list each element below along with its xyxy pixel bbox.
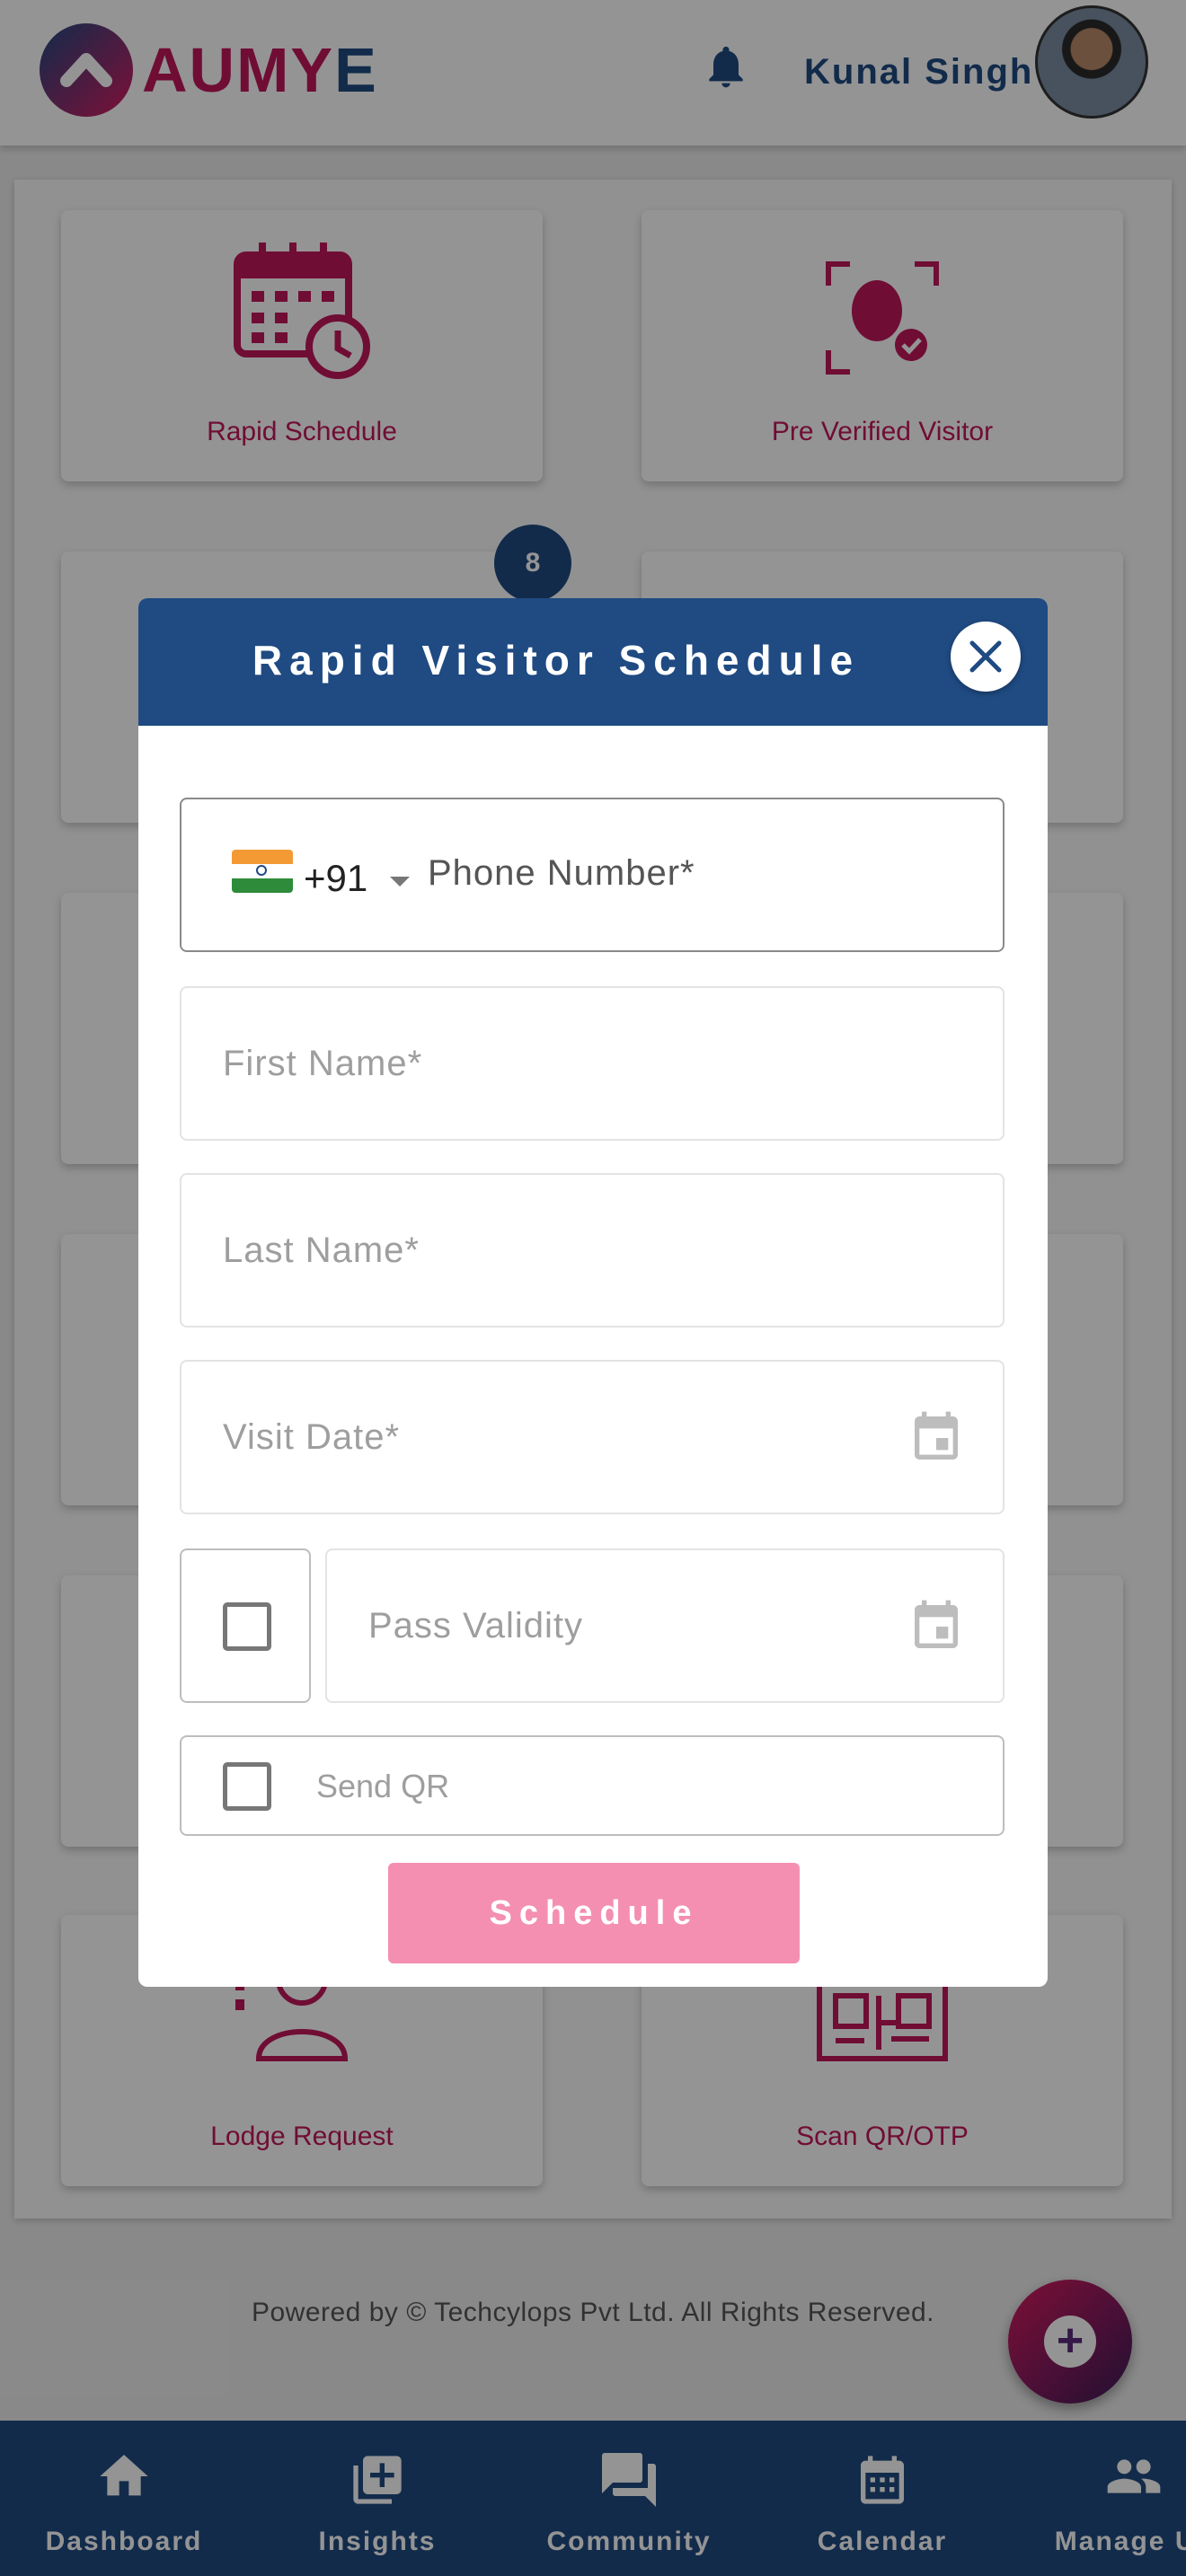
close-button[interactable] — [951, 622, 1021, 692]
pass-validity-field[interactable]: Pass Validity — [325, 1548, 1005, 1703]
first-name-field[interactable]: First Name* — [180, 986, 1005, 1141]
country-code[interactable]: +91 — [304, 853, 367, 904]
phone-number-field[interactable]: +91 Phone Number* — [180, 798, 1005, 952]
send-qr-label: Send QR — [316, 1768, 450, 1804]
pass-validity-placeholder: Pass Validity — [368, 1606, 584, 1645]
send-qr-checkbox[interactable] — [223, 1762, 271, 1811]
phone-placeholder: Phone Number* — [428, 853, 695, 893]
send-qr-option[interactable]: Send QR — [180, 1735, 1005, 1836]
india-flag-icon[interactable] — [232, 850, 293, 893]
schedule-button[interactable]: Schedule — [388, 1863, 800, 1963]
calendar-icon[interactable] — [907, 1595, 965, 1658]
pass-validity-toggle[interactable] — [180, 1548, 311, 1703]
rapid-visitor-schedule-dialog: Rapid Visitor Schedule +91 Phone Number*… — [138, 598, 1048, 1987]
caret-down-icon[interactable] — [390, 877, 410, 887]
visit-date-field[interactable]: Visit Date* — [180, 1360, 1005, 1514]
dialog-header: Rapid Visitor Schedule — [138, 598, 1048, 726]
pass-validity-checkbox[interactable] — [223, 1602, 271, 1651]
calendar-icon[interactable] — [907, 1407, 965, 1469]
last-name-placeholder: Last Name* — [223, 1231, 420, 1270]
close-icon — [969, 640, 1002, 673]
last-name-field[interactable]: Last Name* — [180, 1173, 1005, 1328]
first-name-placeholder: First Name* — [223, 1044, 423, 1083]
dialog-title: Rapid Visitor Schedule — [252, 637, 861, 684]
visit-date-placeholder: Visit Date* — [223, 1417, 401, 1457]
